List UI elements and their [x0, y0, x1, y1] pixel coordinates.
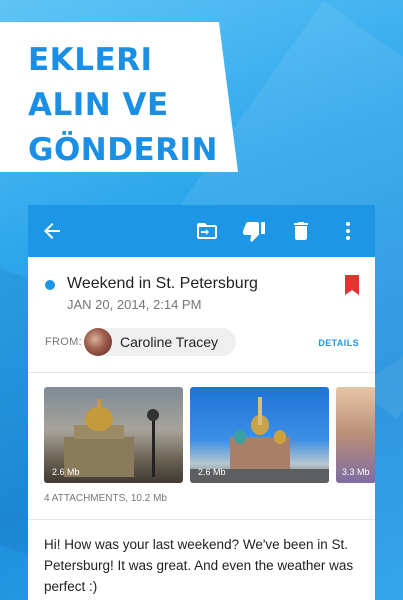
email-view-card [28, 205, 375, 600]
promo-line-3: GÖNDERIN [28, 132, 218, 168]
more-vert-icon[interactable] [336, 219, 360, 243]
thumbs-down-spam-icon[interactable] [242, 219, 266, 243]
back-arrow-icon[interactable] [40, 219, 64, 243]
promo-line-1: EKLERI [28, 42, 153, 78]
promo-headline: EKLERI ALIN VE GÖNDERIN [28, 38, 228, 173]
email-toolbar [28, 205, 375, 257]
move-to-folder-icon[interactable] [195, 219, 219, 243]
trash-icon[interactable] [289, 219, 313, 243]
promo-line-2: ALIN VE [28, 87, 169, 123]
